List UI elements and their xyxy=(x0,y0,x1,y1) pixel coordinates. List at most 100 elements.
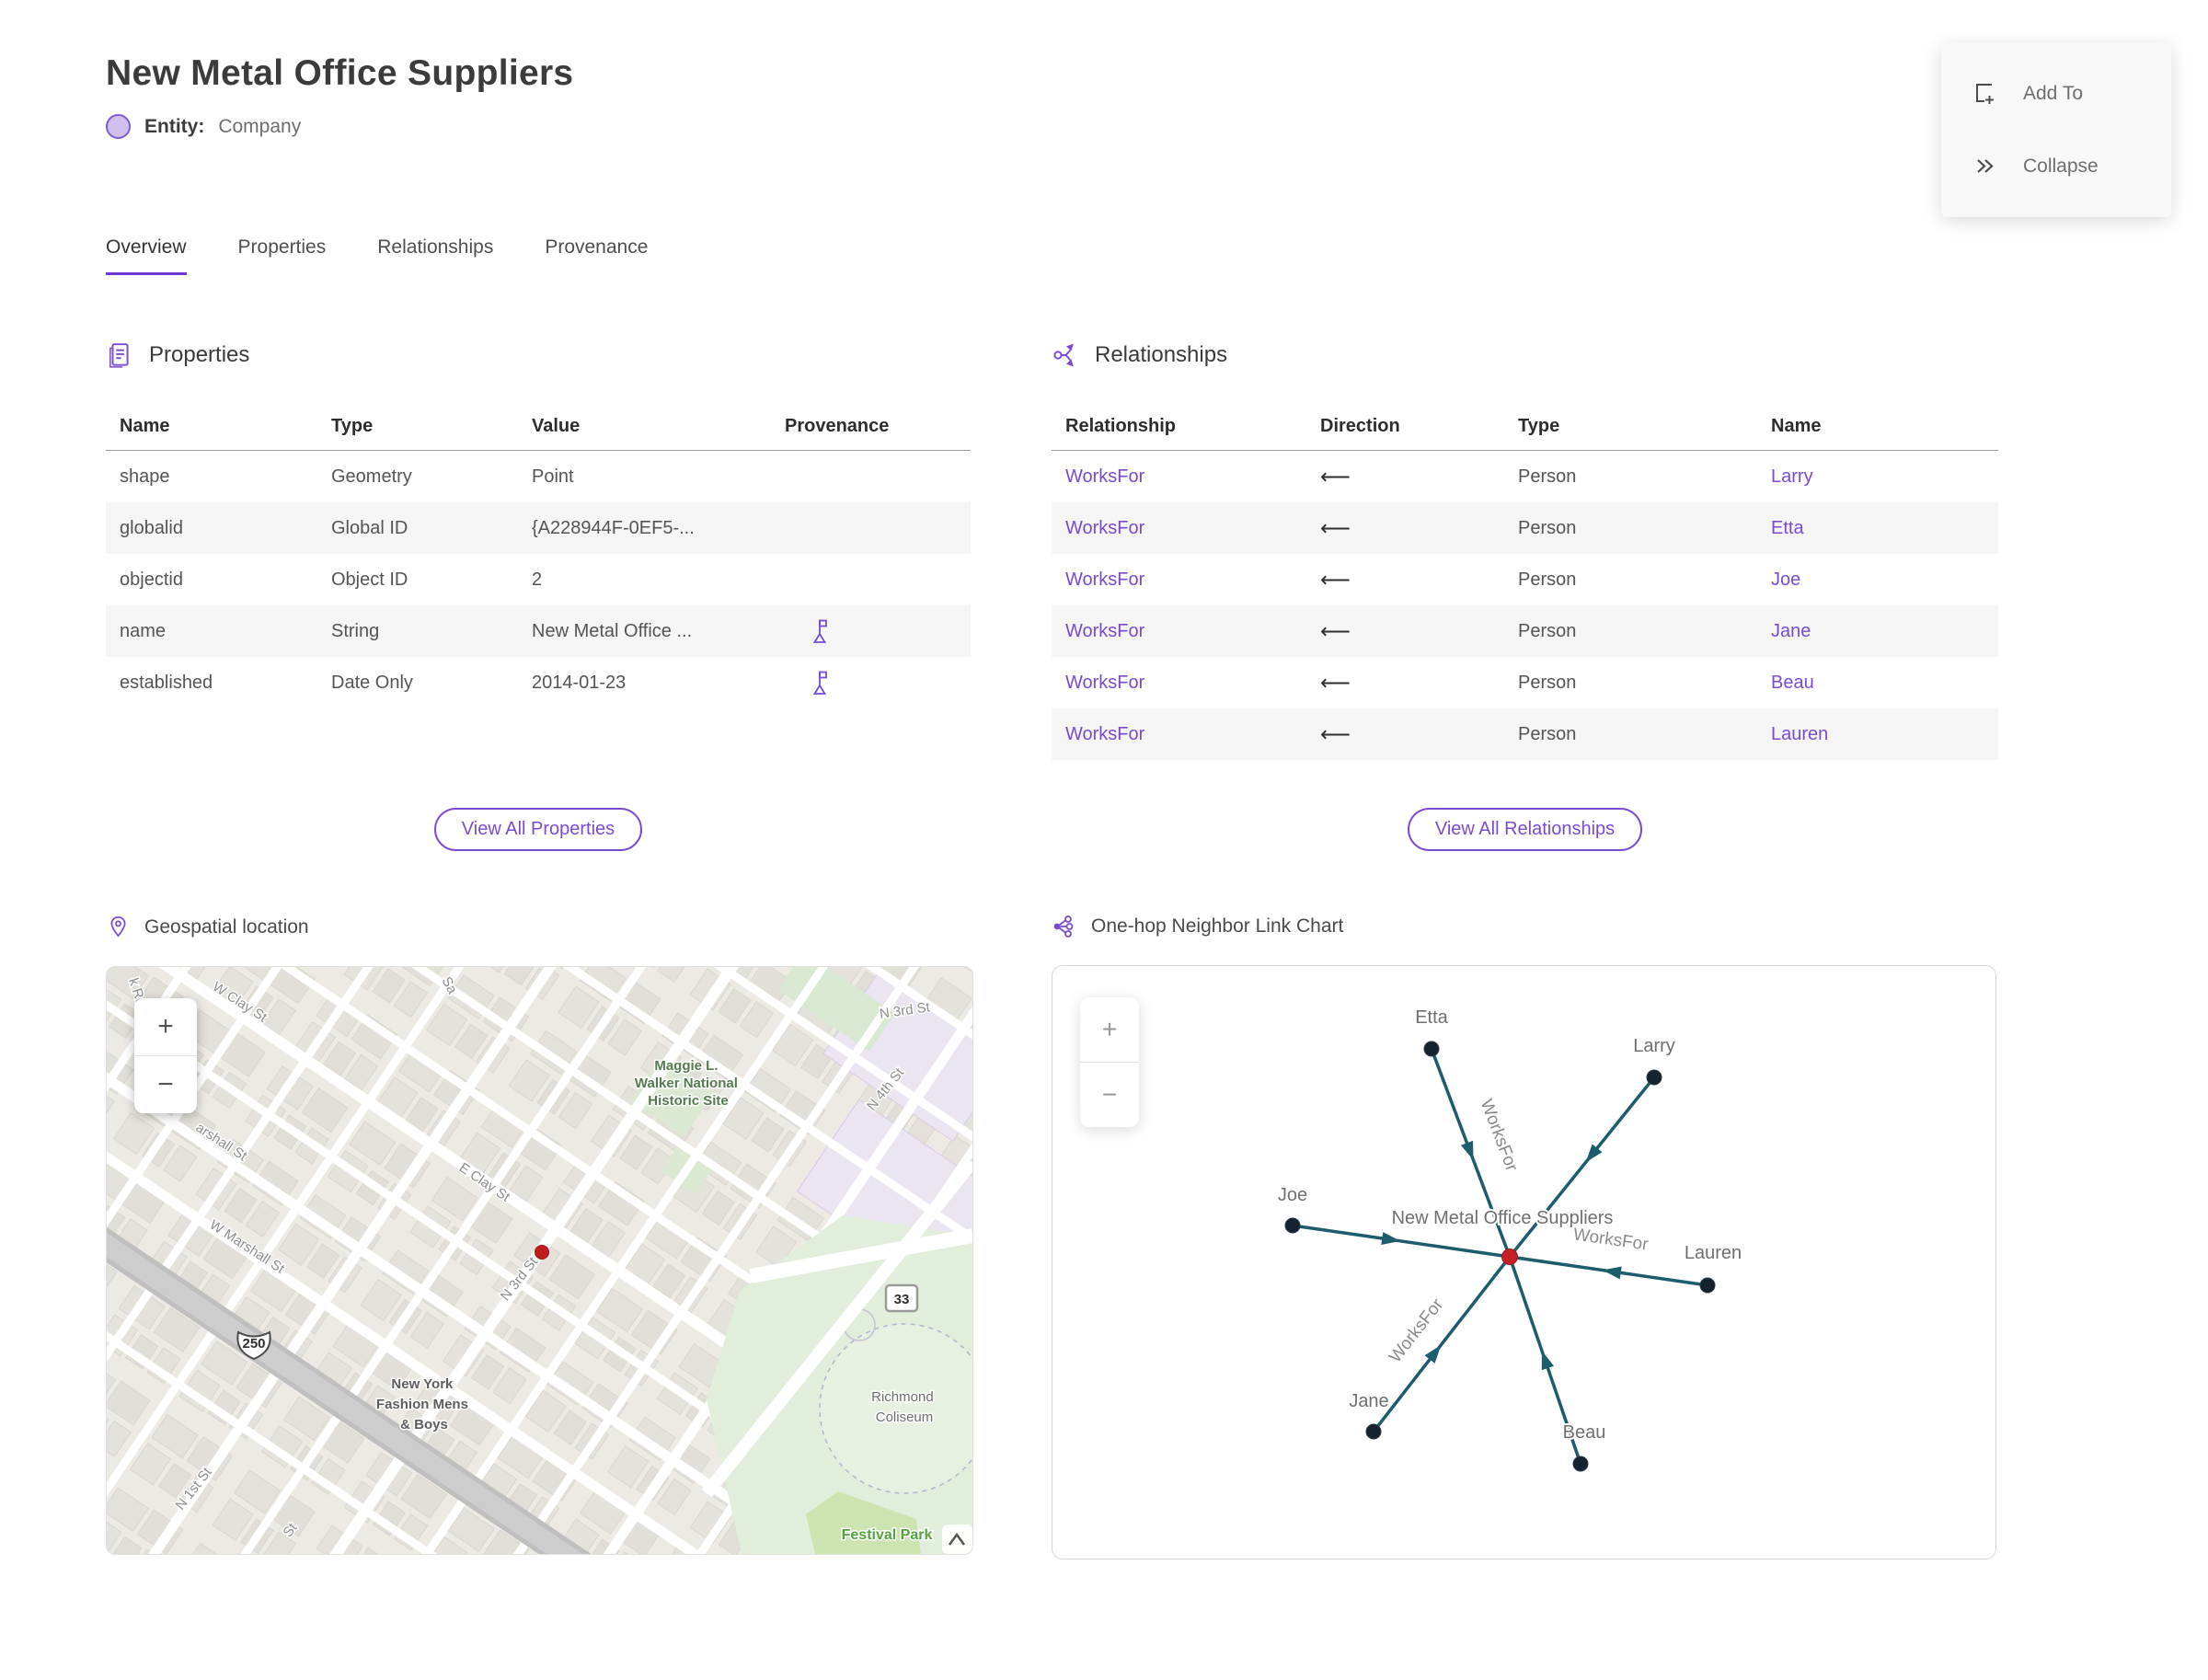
view-all-relationships-button[interactable]: View All Relationships xyxy=(1407,808,1643,851)
center-node-label: New Metal Office Suppliers xyxy=(1392,1208,1614,1228)
node-label: Lauren xyxy=(1685,1243,1742,1263)
state-route-shield: 33 xyxy=(884,1283,919,1313)
node-larry[interactable] xyxy=(1646,1069,1662,1086)
tab-provenance[interactable]: Provenance xyxy=(545,236,648,275)
geospatial-section-title: Geospatial location xyxy=(144,915,309,938)
map-zoom-control: + − xyxy=(134,998,197,1113)
relationships-section-title: Relationships xyxy=(1095,342,1228,367)
relationships-icon xyxy=(1053,343,1074,367)
prop-value: 2014-01-23 xyxy=(532,672,627,693)
relationship-link[interactable]: WorksFor xyxy=(1052,724,1306,745)
direction-arrow: ⟵ xyxy=(1320,515,1351,540)
node-lauren[interactable] xyxy=(1699,1277,1716,1294)
relationship-link[interactable]: WorksFor xyxy=(1052,673,1306,694)
related-type: Person xyxy=(1518,723,1577,744)
map-zoom-in-button[interactable]: + xyxy=(134,998,197,1055)
col-header: Provenance xyxy=(785,415,890,436)
relationship-link[interactable]: WorksFor xyxy=(1052,466,1306,488)
right-column: Relationships Relationship Direction Typ… xyxy=(1052,275,1998,1559)
direction-arrow: ⟵ xyxy=(1320,670,1351,695)
chart-zoom-out-button[interactable]: − xyxy=(1080,1062,1139,1127)
node-label: Beau xyxy=(1563,1422,1606,1443)
map-pin-icon xyxy=(110,916,126,938)
properties-table: Name Type Value Provenance shape Geometr… xyxy=(106,402,971,708)
related-entity-link[interactable]: Larry xyxy=(1757,466,1998,488)
related-entity-link[interactable]: Joe xyxy=(1757,570,1998,591)
tab-overview[interactable]: Overview xyxy=(106,236,187,275)
node-label: Joe xyxy=(1278,1185,1307,1205)
prop-name: established xyxy=(120,672,213,693)
node-label: Etta xyxy=(1415,1007,1448,1028)
node-center-entity[interactable] xyxy=(1501,1248,1518,1265)
prop-type: Global ID xyxy=(331,517,408,538)
prop-name: globalid xyxy=(120,517,183,538)
add-to-button[interactable]: Add To xyxy=(1941,57,2171,130)
tab-relationships[interactable]: Relationships xyxy=(377,236,493,275)
provenance-flag-icon[interactable] xyxy=(808,669,832,696)
related-type: Person xyxy=(1518,517,1577,538)
prop-name: shape xyxy=(120,466,170,487)
linkchart-section-title: One-hop Neighbor Link Chart xyxy=(1091,915,1344,937)
related-entity-link[interactable]: Beau xyxy=(1757,673,1998,694)
collapse-button[interactable]: Collapse xyxy=(1941,130,2171,202)
col-header: Type xyxy=(1518,415,1560,436)
edge-label: WorksFor xyxy=(1477,1097,1522,1175)
relationship-link[interactable]: WorksFor xyxy=(1052,621,1306,642)
col-header: Name xyxy=(120,415,170,436)
properties-section-title: Properties xyxy=(149,342,250,367)
prop-value: New Metal Office ... xyxy=(532,620,693,641)
table-row: WorksFor ⟵ Person Larry xyxy=(1052,451,1998,502)
col-header: Value xyxy=(532,415,581,436)
collapse-label: Collapse xyxy=(2023,155,2099,177)
table-row: WorksFor ⟵ Person Lauren xyxy=(1052,708,1998,760)
related-type: Person xyxy=(1518,466,1577,487)
view-all-properties-button[interactable]: View All Properties xyxy=(433,808,643,851)
properties-table-header: Name Type Value Provenance xyxy=(106,402,971,451)
direction-arrow: ⟵ xyxy=(1320,618,1351,643)
table-row: WorksFor ⟵ Person Beau xyxy=(1052,657,1998,708)
prop-type: Object ID xyxy=(331,569,408,590)
direction-arrow: ⟵ xyxy=(1320,721,1351,746)
col-header: Name xyxy=(1771,415,1822,436)
relationships-section-header: Relationships xyxy=(1052,341,1998,369)
prop-type: String xyxy=(331,620,380,641)
table-row: WorksFor ⟵ Person Jane xyxy=(1052,605,1998,657)
relationships-table-header: Relationship Direction Type Name xyxy=(1052,402,1998,451)
relationship-link[interactable]: WorksFor xyxy=(1052,518,1306,539)
node-jane[interactable] xyxy=(1365,1423,1382,1440)
node-etta[interactable] xyxy=(1423,1041,1440,1057)
node-joe[interactable] xyxy=(1284,1217,1301,1234)
table-row: globalid Global ID {A228944F-0EF5-... xyxy=(106,502,971,554)
tab-bar: Overview Properties Relationships Proven… xyxy=(106,236,2208,275)
relationships-table: Relationship Direction Type Name WorksFo… xyxy=(1052,402,1998,760)
map-zoom-out-button[interactable]: − xyxy=(134,1055,197,1113)
prop-provenance xyxy=(771,617,971,645)
prop-value: 2 xyxy=(532,569,543,590)
node-label: Larry xyxy=(1633,1036,1675,1056)
geospatial-map[interactable]: 250 33 k Rd W Clay St Sa arshall St W Ma… xyxy=(106,966,973,1555)
table-row: name String New Metal Office ... xyxy=(106,605,971,657)
related-entity-link[interactable]: Lauren xyxy=(1757,724,1998,745)
one-hop-link-chart[interactable]: WorksFor WorksFor WorksFor Etta Larry Jo… xyxy=(1052,965,1996,1559)
node-labels: Etta Larry Joe Lauren Jane Beau New Meta… xyxy=(1276,1006,1743,1444)
edge-labels: WorksFor WorksFor WorksFor xyxy=(1385,1095,1651,1367)
properties-icon xyxy=(109,343,129,368)
node-beau[interactable] xyxy=(1572,1456,1589,1472)
related-entity-link[interactable]: Etta xyxy=(1757,518,1998,539)
relationship-link[interactable]: WorksFor xyxy=(1052,570,1306,591)
properties-section-header: Properties xyxy=(106,341,971,369)
edge-label: WorksFor xyxy=(1572,1225,1650,1254)
geospatial-section-header: Geospatial location xyxy=(106,914,971,940)
tab-properties[interactable]: Properties xyxy=(238,236,327,275)
related-entity-link[interactable]: Jane xyxy=(1757,621,1998,642)
table-row: objectid Object ID 2 xyxy=(106,554,971,605)
add-to-label: Add To xyxy=(2023,82,2083,104)
provenance-flag-icon[interactable] xyxy=(808,617,832,645)
prop-value: {A228944F-0EF5-... xyxy=(532,517,695,538)
attribution-toggle[interactable] xyxy=(942,1525,972,1554)
direction-arrow: ⟵ xyxy=(1320,567,1351,592)
prop-value: Point xyxy=(532,466,574,487)
chart-zoom-in-button[interactable]: + xyxy=(1080,997,1139,1062)
prop-type: Geometry xyxy=(331,466,412,487)
direction-arrow: ⟵ xyxy=(1320,464,1351,489)
